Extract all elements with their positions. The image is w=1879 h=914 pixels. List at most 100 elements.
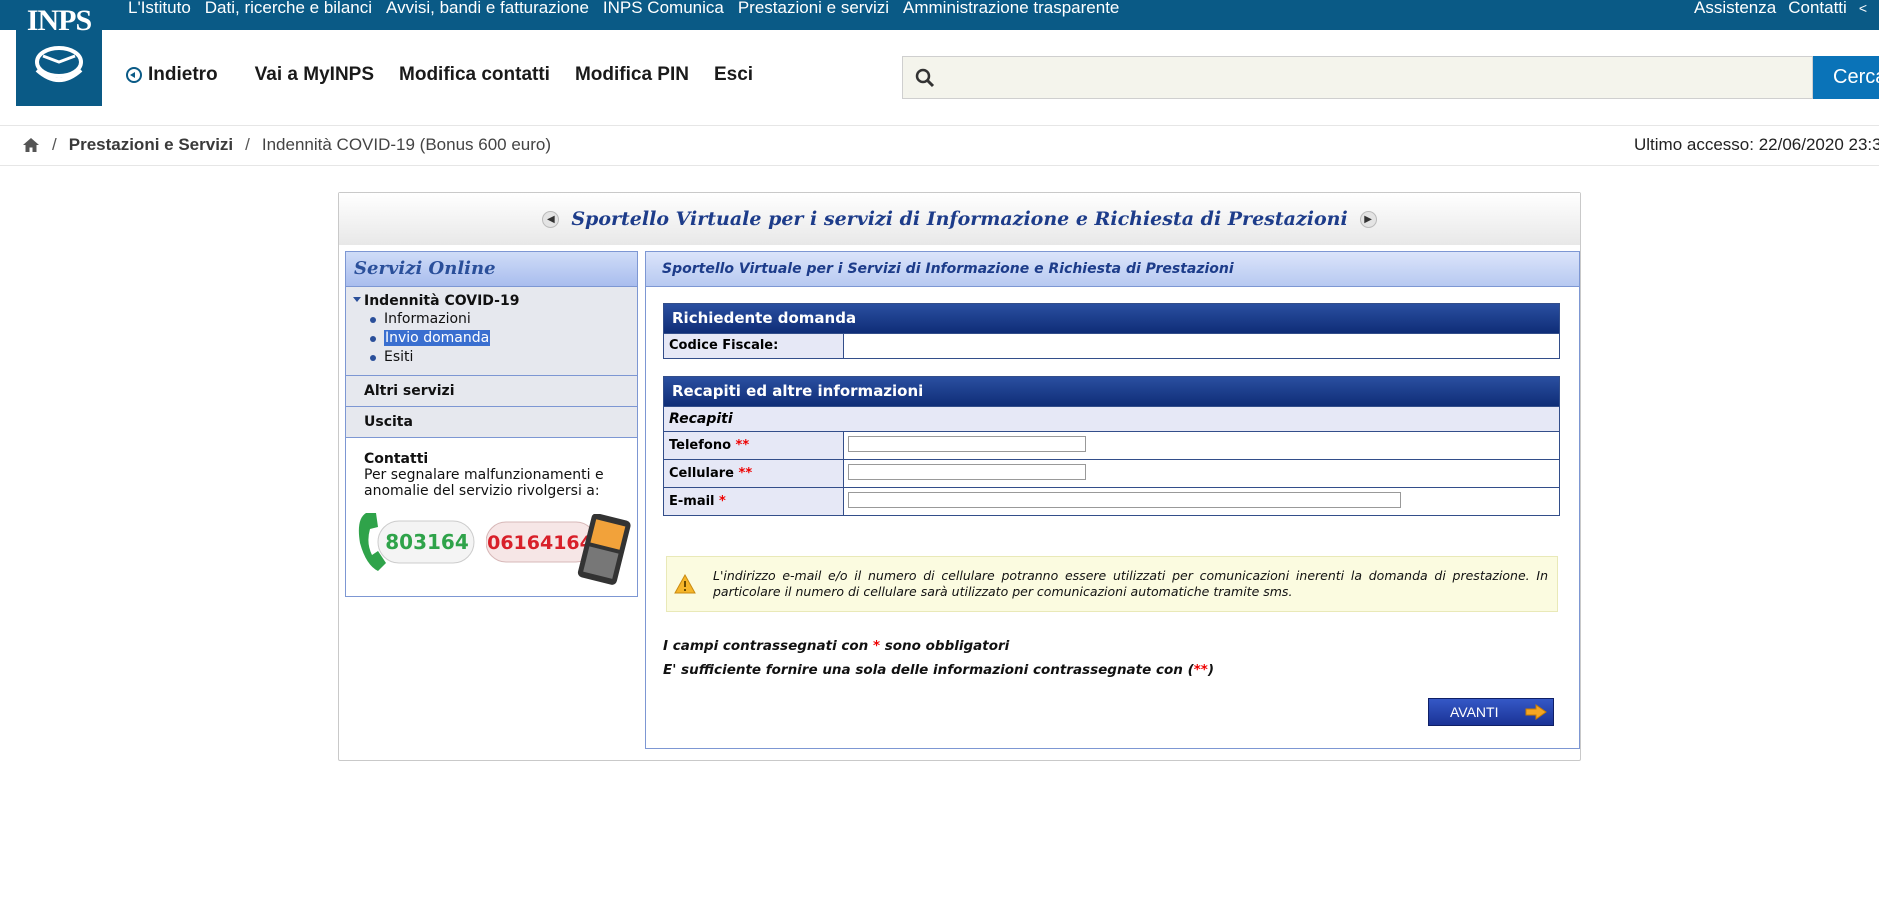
nav-modifica-contatti[interactable]: Modifica contatti [399,64,550,86]
avanti-label: AVANTI [1450,704,1499,720]
required-note-a: I campi contrassegnati con [663,638,873,654]
breadcrumb-current: Indennità COVID-19 (Bonus 600 euro) [261,135,552,154]
chevron-left-icon[interactable]: ◀ [542,210,560,228]
avanti-button[interactable]: AVANTI [1428,698,1554,726]
landline-number: 803164 [385,530,469,554]
bullet-icon [370,317,376,323]
menu-item-uscita[interactable]: Uscita [346,407,637,438]
contacts-text: Per segnalare malfunzionamenti e anomali… [364,467,604,499]
top-nav-prestazioni[interactable]: Prestazioni e servizi [738,0,889,18]
breadcrumb-separator: / [52,135,57,154]
main-nav: Indietro Vai a MyINPS Modifica contatti … [126,64,778,86]
search-button[interactable]: Cerca [1813,56,1879,99]
divider [0,125,1879,126]
covid-section-title[interactable]: Indennità COVID-19 [364,293,519,309]
services-panel-title: Servizi Online [346,252,637,287]
mobile-label-cell: Cellulare ** [664,460,844,487]
services-panel: Servizi Online Indennità COVID-19 Inform… [345,251,638,597]
chevron-right-icon[interactable]: ▶ [1359,210,1377,228]
top-nav-dati[interactable]: Dati, ricerche e bilanci [205,0,372,18]
phone-cell [844,432,1559,459]
nav-esci[interactable]: Esci [714,64,753,86]
contacts-box: Contatti Per segnalare malfunzionamenti … [364,451,624,499]
required-note-marker: * [872,638,881,654]
inps-logo[interactable]: INPS [16,0,102,106]
alternative-note-b: ) [1207,662,1215,678]
mobile-label: Cellulare [669,466,734,481]
logo-emblem-icon [35,46,83,82]
top-nav-comunica[interactable]: INPS Comunica [603,0,724,18]
back-button[interactable]: Indietro [126,64,218,86]
applicant-table: Richiedente domanda Codice Fiscale: [663,303,1560,359]
warning-text: L'indirizzo e-mail e/o il numero di cell… [713,568,1548,599]
phone-input[interactable] [848,436,1086,452]
landline-phone-icon: 803164 [358,513,475,571]
bullet-icon [370,336,376,342]
menu-item-invio-domanda[interactable]: Invio domanda [384,330,491,346]
top-nav-trasparente[interactable]: Amministrazione trasparente [903,0,1119,18]
email-required-marker: * [719,494,726,509]
contacts-table: Recapiti ed altre informazioni Recapiti … [663,376,1560,516]
search-input[interactable] [953,63,1757,93]
frame-header: ◀ Sportello Virtuale per i servizi di In… [339,193,1580,245]
warning-box: L'indirizzo e-mail e/o il numero di cell… [666,556,1558,612]
mobile-required-marker: ** [738,466,753,481]
email-input[interactable] [848,492,1401,508]
alternative-note: E' sufficiente fornire una sola delle in… [663,662,1214,678]
menu-item-altri-servizi[interactable]: Altri servizi [346,376,637,407]
nav-myinps[interactable]: Vai a MyINPS [255,64,374,86]
phone-required-marker: ** [735,438,750,453]
bullet-icon [370,355,376,361]
menu-item-esiti[interactable]: Esiti [384,349,413,365]
nav-modifica-pin[interactable]: Modifica PIN [575,64,689,86]
frame-title: Sportello Virtuale per i servizi di Info… [571,208,1348,230]
covid-section: Indennità COVID-19 Informazioni Invio do… [346,287,637,376]
applicant-header: Richiedente domanda [664,304,1559,333]
email-cell [844,488,1559,515]
contacts-header: Recapiti ed altre informazioni [664,377,1559,406]
recapiti-subheader: Recapiti [664,406,1559,431]
back-label: Indietro [148,64,218,85]
menu-item-informazioni[interactable]: Informazioni [384,311,471,327]
top-nav-assistenza[interactable]: Assistenza [1694,0,1776,18]
mobile-input[interactable] [848,464,1086,480]
breadcrumb-separator: / [245,135,250,154]
top-nav: L'Istituto Dati, ricerche e bilanci Avvi… [128,0,1119,18]
mobile-number: 06164164 [487,532,593,554]
top-nav-contatti[interactable]: Contatti [1788,0,1847,18]
search-icon [915,68,935,88]
chevron-down-icon[interactable] [353,297,361,302]
fiscal-code-value [844,334,1559,358]
top-nav-avvisi[interactable]: Avvisi, bandi e fatturazione [386,0,589,18]
breadcrumb-prestazioni[interactable]: Prestazioni e Servizi [69,135,233,155]
mobile-phone-icon: 06164164 [486,514,631,585]
warning-icon [674,574,696,594]
home-icon[interactable] [22,137,40,153]
arrow-right-icon [1525,704,1547,720]
email-label: E-mail [669,494,715,509]
form-panel: Sportello Virtuale per i Servizi di Info… [645,251,1580,749]
top-nav-istituto[interactable]: L'Istituto [128,0,191,18]
breadcrumb: / Prestazioni e Servizi / Indennità COVI… [22,135,551,155]
mobile-cell [844,460,1559,487]
search-bar [902,56,1813,99]
email-row: E-mail * [664,487,1559,515]
top-bar: L'Istituto Dati, ricerche e bilanci Avvi… [0,0,1879,30]
required-note: I campi contrassegnati con * sono obblig… [663,638,1009,654]
back-circle-icon [126,67,142,83]
required-note-b: sono obbligatori [880,638,1010,654]
share-icon[interactable]: < [1859,0,1867,18]
phone-row: Telefono ** [664,431,1559,459]
top-nav-right: Assistenza Contatti < [1694,0,1867,18]
fiscal-code-row: Codice Fiscale: [664,333,1559,358]
email-label-cell: E-mail * [664,488,844,515]
logo-text: INPS [26,4,92,37]
phone-label: Telefono [669,438,732,453]
alternative-note-marker: ** [1193,662,1208,678]
mobile-row: Cellulare ** [664,459,1559,487]
phone-label-cell: Telefono ** [664,432,844,459]
contacts-title: Contatti [364,451,429,467]
last-access: Ultimo accesso: 22/06/2020 23:3 [1634,135,1879,154]
fiscal-code-label: Codice Fiscale: [664,334,844,358]
alternative-note-a: E' sufficiente fornire una sola delle in… [663,662,1194,678]
